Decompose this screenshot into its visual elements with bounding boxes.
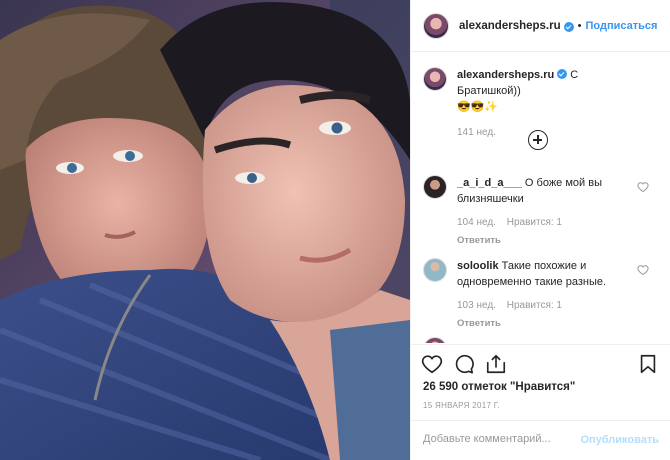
share-icon[interactable] — [485, 353, 507, 375]
caption-emoji: 😎😎✨ — [457, 101, 499, 113]
author-username[interactable]: alexandersheps.ru — [459, 20, 561, 32]
comment-icon[interactable] — [453, 353, 475, 375]
comment-item: _a_i_d_a___ О боже мой вы близняшечки 10… — [423, 175, 659, 249]
verified-icon — [563, 21, 574, 32]
comment-avatar[interactable] — [423, 258, 447, 282]
author-avatar[interactable] — [423, 12, 449, 39]
caption-avatar[interactable] — [423, 67, 447, 91]
comment-likes[interactable]: Нравится: 1 — [507, 300, 562, 311]
add-comment-bar: Опубликовать — [411, 420, 670, 460]
comment-username[interactable]: _a_i_d_a___ — [457, 177, 522, 189]
caption-username[interactable]: alexandersheps.ru — [457, 69, 554, 81]
bookmark-icon[interactable] — [637, 353, 659, 375]
follow-button[interactable]: Подписаться — [586, 20, 658, 32]
comment-avatar[interactable] — [423, 337, 447, 343]
comment-item: soloolik Такие похожие и одновременно та… — [423, 258, 659, 332]
reply-button[interactable]: Ответить — [457, 233, 637, 249]
comment-likes[interactable]: Нравится: 1 — [507, 217, 562, 228]
reply-button[interactable]: Ответить — [457, 316, 637, 332]
comment-age[interactable]: 104 нед. — [457, 217, 496, 228]
heart-icon[interactable] — [637, 181, 649, 193]
publish-button[interactable]: Опубликовать — [580, 434, 659, 446]
post-photo[interactable] — [0, 0, 410, 460]
separator-dot: • — [577, 19, 582, 32]
comments-list[interactable]: alexandersheps.ru С Братишкой)) 😎😎✨ 141 … — [411, 53, 670, 343]
comment-input[interactable] — [423, 433, 583, 445]
post-panel: alexandersheps.ru • Подписаться alexande… — [410, 0, 670, 460]
post-date[interactable]: 15 ЯНВАРЯ 2017 Г. — [423, 401, 500, 410]
comment-age[interactable]: 103 нед. — [457, 300, 496, 311]
photo-image — [0, 0, 410, 460]
comment-username[interactable]: soloolik — [457, 260, 499, 272]
add-comments-icon[interactable] — [528, 130, 548, 150]
heart-icon[interactable] — [421, 353, 443, 375]
verified-icon — [557, 69, 568, 79]
comment-avatar[interactable] — [423, 175, 447, 199]
heart-icon[interactable] — [637, 264, 649, 276]
post-header: alexandersheps.ru • Подписаться — [411, 0, 670, 52]
likes-count[interactable]: 26 590 отметок "Нравится" — [423, 381, 575, 393]
post-actions — [411, 344, 670, 384]
caption-age[interactable]: 141 нед. — [457, 127, 496, 138]
